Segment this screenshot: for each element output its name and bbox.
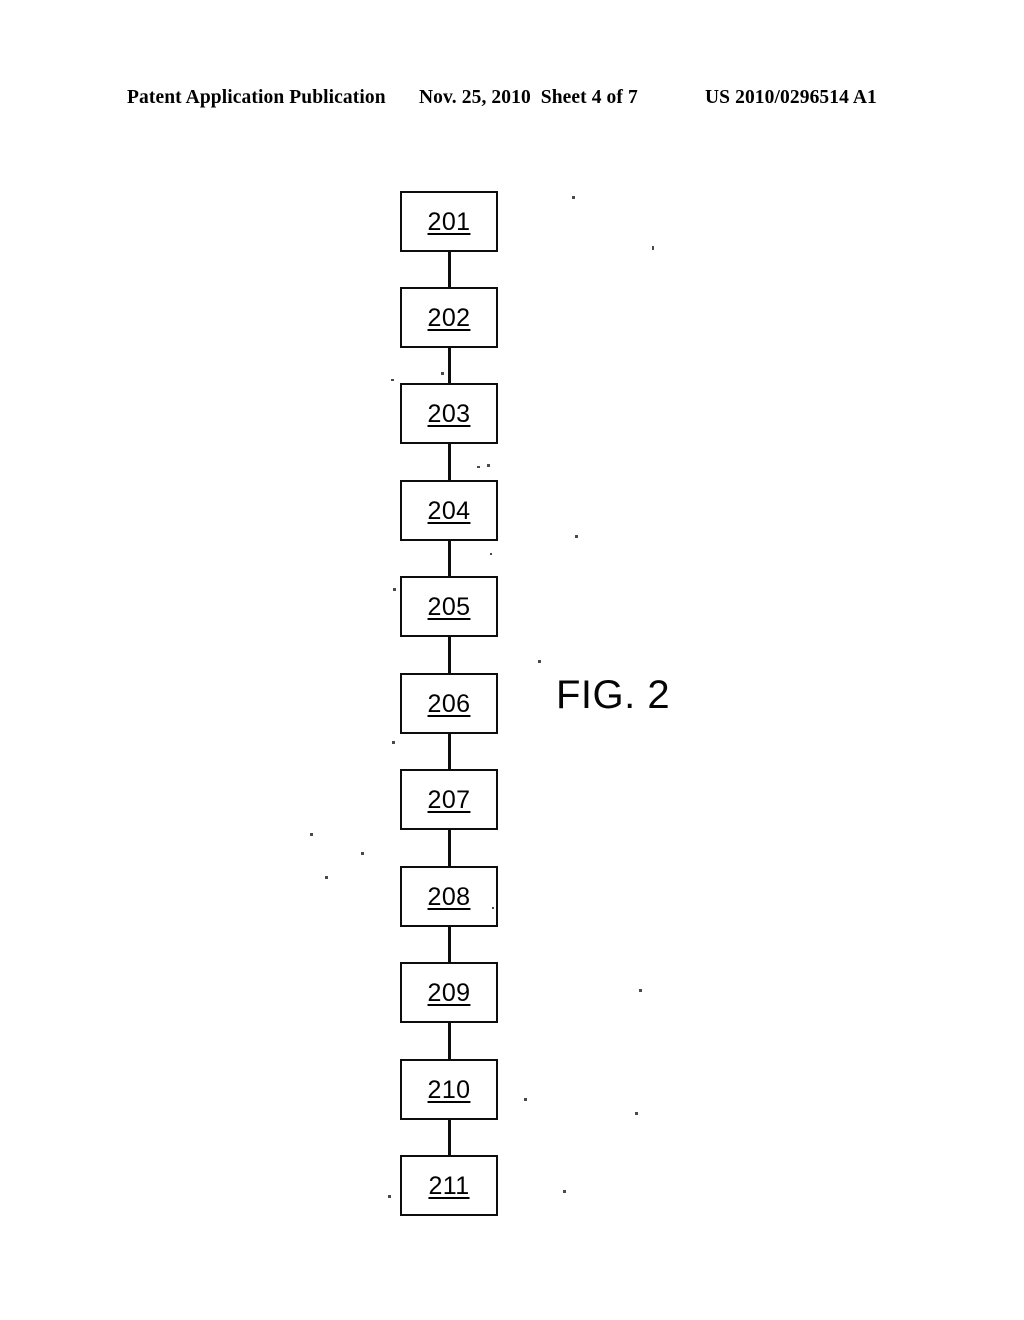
- flow-connector-207-to-208: [448, 830, 451, 866]
- scan-speckle: [325, 876, 328, 879]
- figure-caption: FIG. 2: [556, 673, 671, 717]
- flow-connector-206-to-207: [448, 734, 451, 769]
- flow-connector-203-to-204: [448, 444, 451, 480]
- scan-speckle: [563, 1190, 566, 1193]
- flow-connector-204-to-205: [448, 541, 451, 576]
- flow-node-label: 208: [427, 883, 471, 911]
- scan-speckle: [361, 852, 364, 855]
- scan-speckle: [524, 1098, 527, 1101]
- scan-speckle: [652, 246, 654, 250]
- flow-connector-210-to-211: [448, 1120, 451, 1155]
- scan-speckle: [392, 741, 395, 744]
- scan-speckle: [492, 907, 494, 909]
- flow-node-label: 203: [427, 400, 471, 428]
- flow-node-201: 201: [400, 191, 498, 252]
- flow-node-label: 204: [427, 497, 471, 525]
- flowchart-figure-2: 201 202 203 204 205 206 207 208 209 210 211: [0, 0, 1024, 1320]
- flow-node-label: 202: [427, 304, 471, 332]
- flow-node-205: 205: [400, 576, 498, 637]
- flow-node-210: 210: [400, 1059, 498, 1120]
- flow-node-208: 208: [400, 866, 498, 927]
- scan-speckle: [490, 553, 492, 555]
- flow-connector-201-to-202: [448, 252, 451, 287]
- flow-node-202: 202: [400, 287, 498, 348]
- flow-node-label: 209: [427, 979, 471, 1007]
- patent-drawing-page: Patent Application Publication Nov. 25, …: [0, 0, 1024, 1320]
- flow-node-206: 206: [400, 673, 498, 734]
- flow-node-label: 211: [428, 1172, 470, 1200]
- scan-speckle: [639, 989, 642, 992]
- scan-speckle: [487, 464, 490, 467]
- scan-speckle: [310, 833, 313, 836]
- scan-speckle: [391, 379, 394, 381]
- scan-speckle: [635, 1112, 638, 1115]
- scan-speckle: [477, 466, 480, 468]
- scan-speckle: [575, 535, 578, 538]
- scan-speckle: [388, 1195, 391, 1198]
- flow-connector-205-to-206: [448, 637, 451, 673]
- flow-node-label: 207: [427, 786, 471, 814]
- flow-node-207: 207: [400, 769, 498, 830]
- flow-node-209: 209: [400, 962, 498, 1023]
- flow-node-204: 204: [400, 480, 498, 541]
- flow-node-203: 203: [400, 383, 498, 444]
- scan-speckle: [538, 660, 541, 663]
- flow-node-211: 211: [400, 1155, 498, 1216]
- flow-node-label: 206: [427, 690, 471, 718]
- scan-speckle: [441, 372, 444, 375]
- flow-connector-208-to-209: [448, 927, 451, 962]
- flow-connector-209-to-210: [448, 1023, 451, 1059]
- flow-node-label: 201: [427, 208, 471, 236]
- flow-node-label: 205: [427, 593, 471, 621]
- flow-node-label: 210: [427, 1076, 471, 1104]
- scan-speckle: [572, 196, 575, 199]
- scan-speckle: [393, 588, 396, 591]
- flow-connector-202-to-203: [448, 348, 451, 383]
